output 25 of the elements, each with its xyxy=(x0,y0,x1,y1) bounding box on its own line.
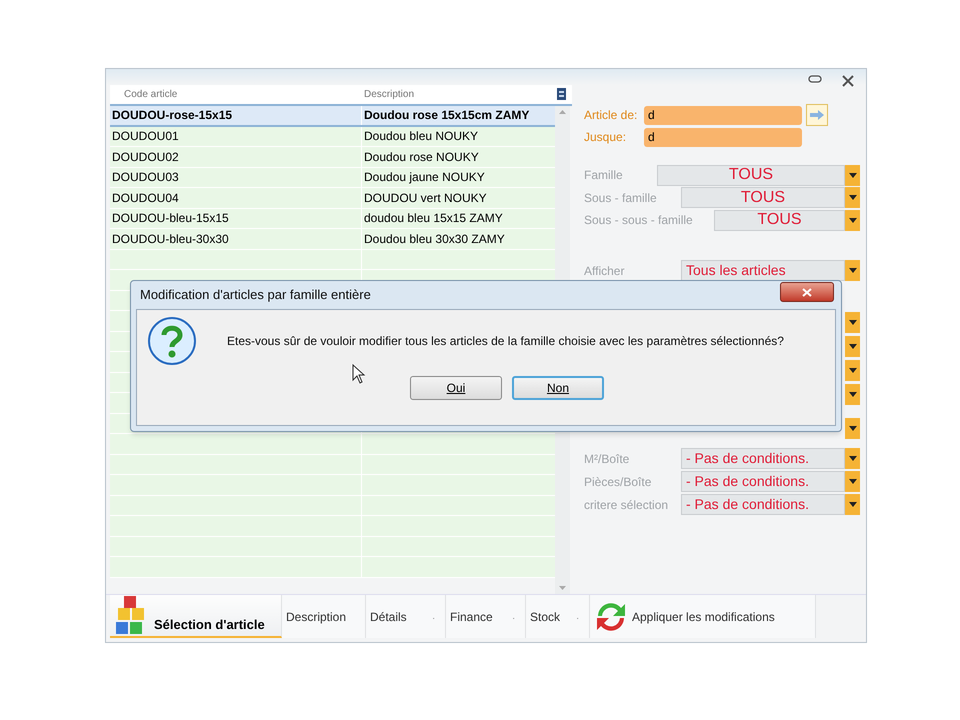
table-cell-text: Doudou rose 15x15cm ZAMY xyxy=(363,107,530,124)
table-cell-text: Doudou bleu NOUKY xyxy=(363,128,480,146)
table-cell: DOUDOU-rose-15x15 xyxy=(110,106,362,124)
field-label: Article de: xyxy=(584,107,638,124)
table-cell-text: DOUDOU vert NOUKY xyxy=(363,190,488,207)
table-cell: DOUDOU01 xyxy=(110,126,362,146)
table-cell-text: Doudou bleu 30x30 ZAMY xyxy=(363,230,506,248)
dialog-title: Modification d'articles par famille entière xyxy=(139,286,371,304)
field-label: Jusque: xyxy=(584,129,628,146)
field-label: Famille xyxy=(584,167,624,184)
dialog-message: Etes-vous sûr de vouloir modifier tous les articles de la famille choisie avec les paramètres sélectionnés? xyxy=(227,333,784,350)
table-cell: DOUDOU-bleu-30x30 xyxy=(110,229,362,248)
table-cell-text: Doudou rose NOUKY xyxy=(363,148,480,166)
table-cell-text: doudou bleu 15x15 ZAMY xyxy=(363,210,504,228)
table-cell: DOUDOU-bleu-15x15 xyxy=(110,208,362,228)
field-label: M²/Boîte xyxy=(584,450,630,468)
field-label: critere sélection xyxy=(584,496,670,514)
field-label: Sous - famille xyxy=(584,190,658,207)
table-cell: DOUDOU04 xyxy=(110,188,362,208)
table-cell: DOUDOU03 xyxy=(110,168,362,187)
field-label: Pièces/Boîte xyxy=(584,474,652,490)
table-cell-text: Doudou jaune NOUKY xyxy=(363,169,486,186)
table-cell: DOUDOU02 xyxy=(110,147,362,166)
field-label: Sous - sous - famille xyxy=(584,212,694,230)
field-label: Afficher xyxy=(584,262,626,280)
